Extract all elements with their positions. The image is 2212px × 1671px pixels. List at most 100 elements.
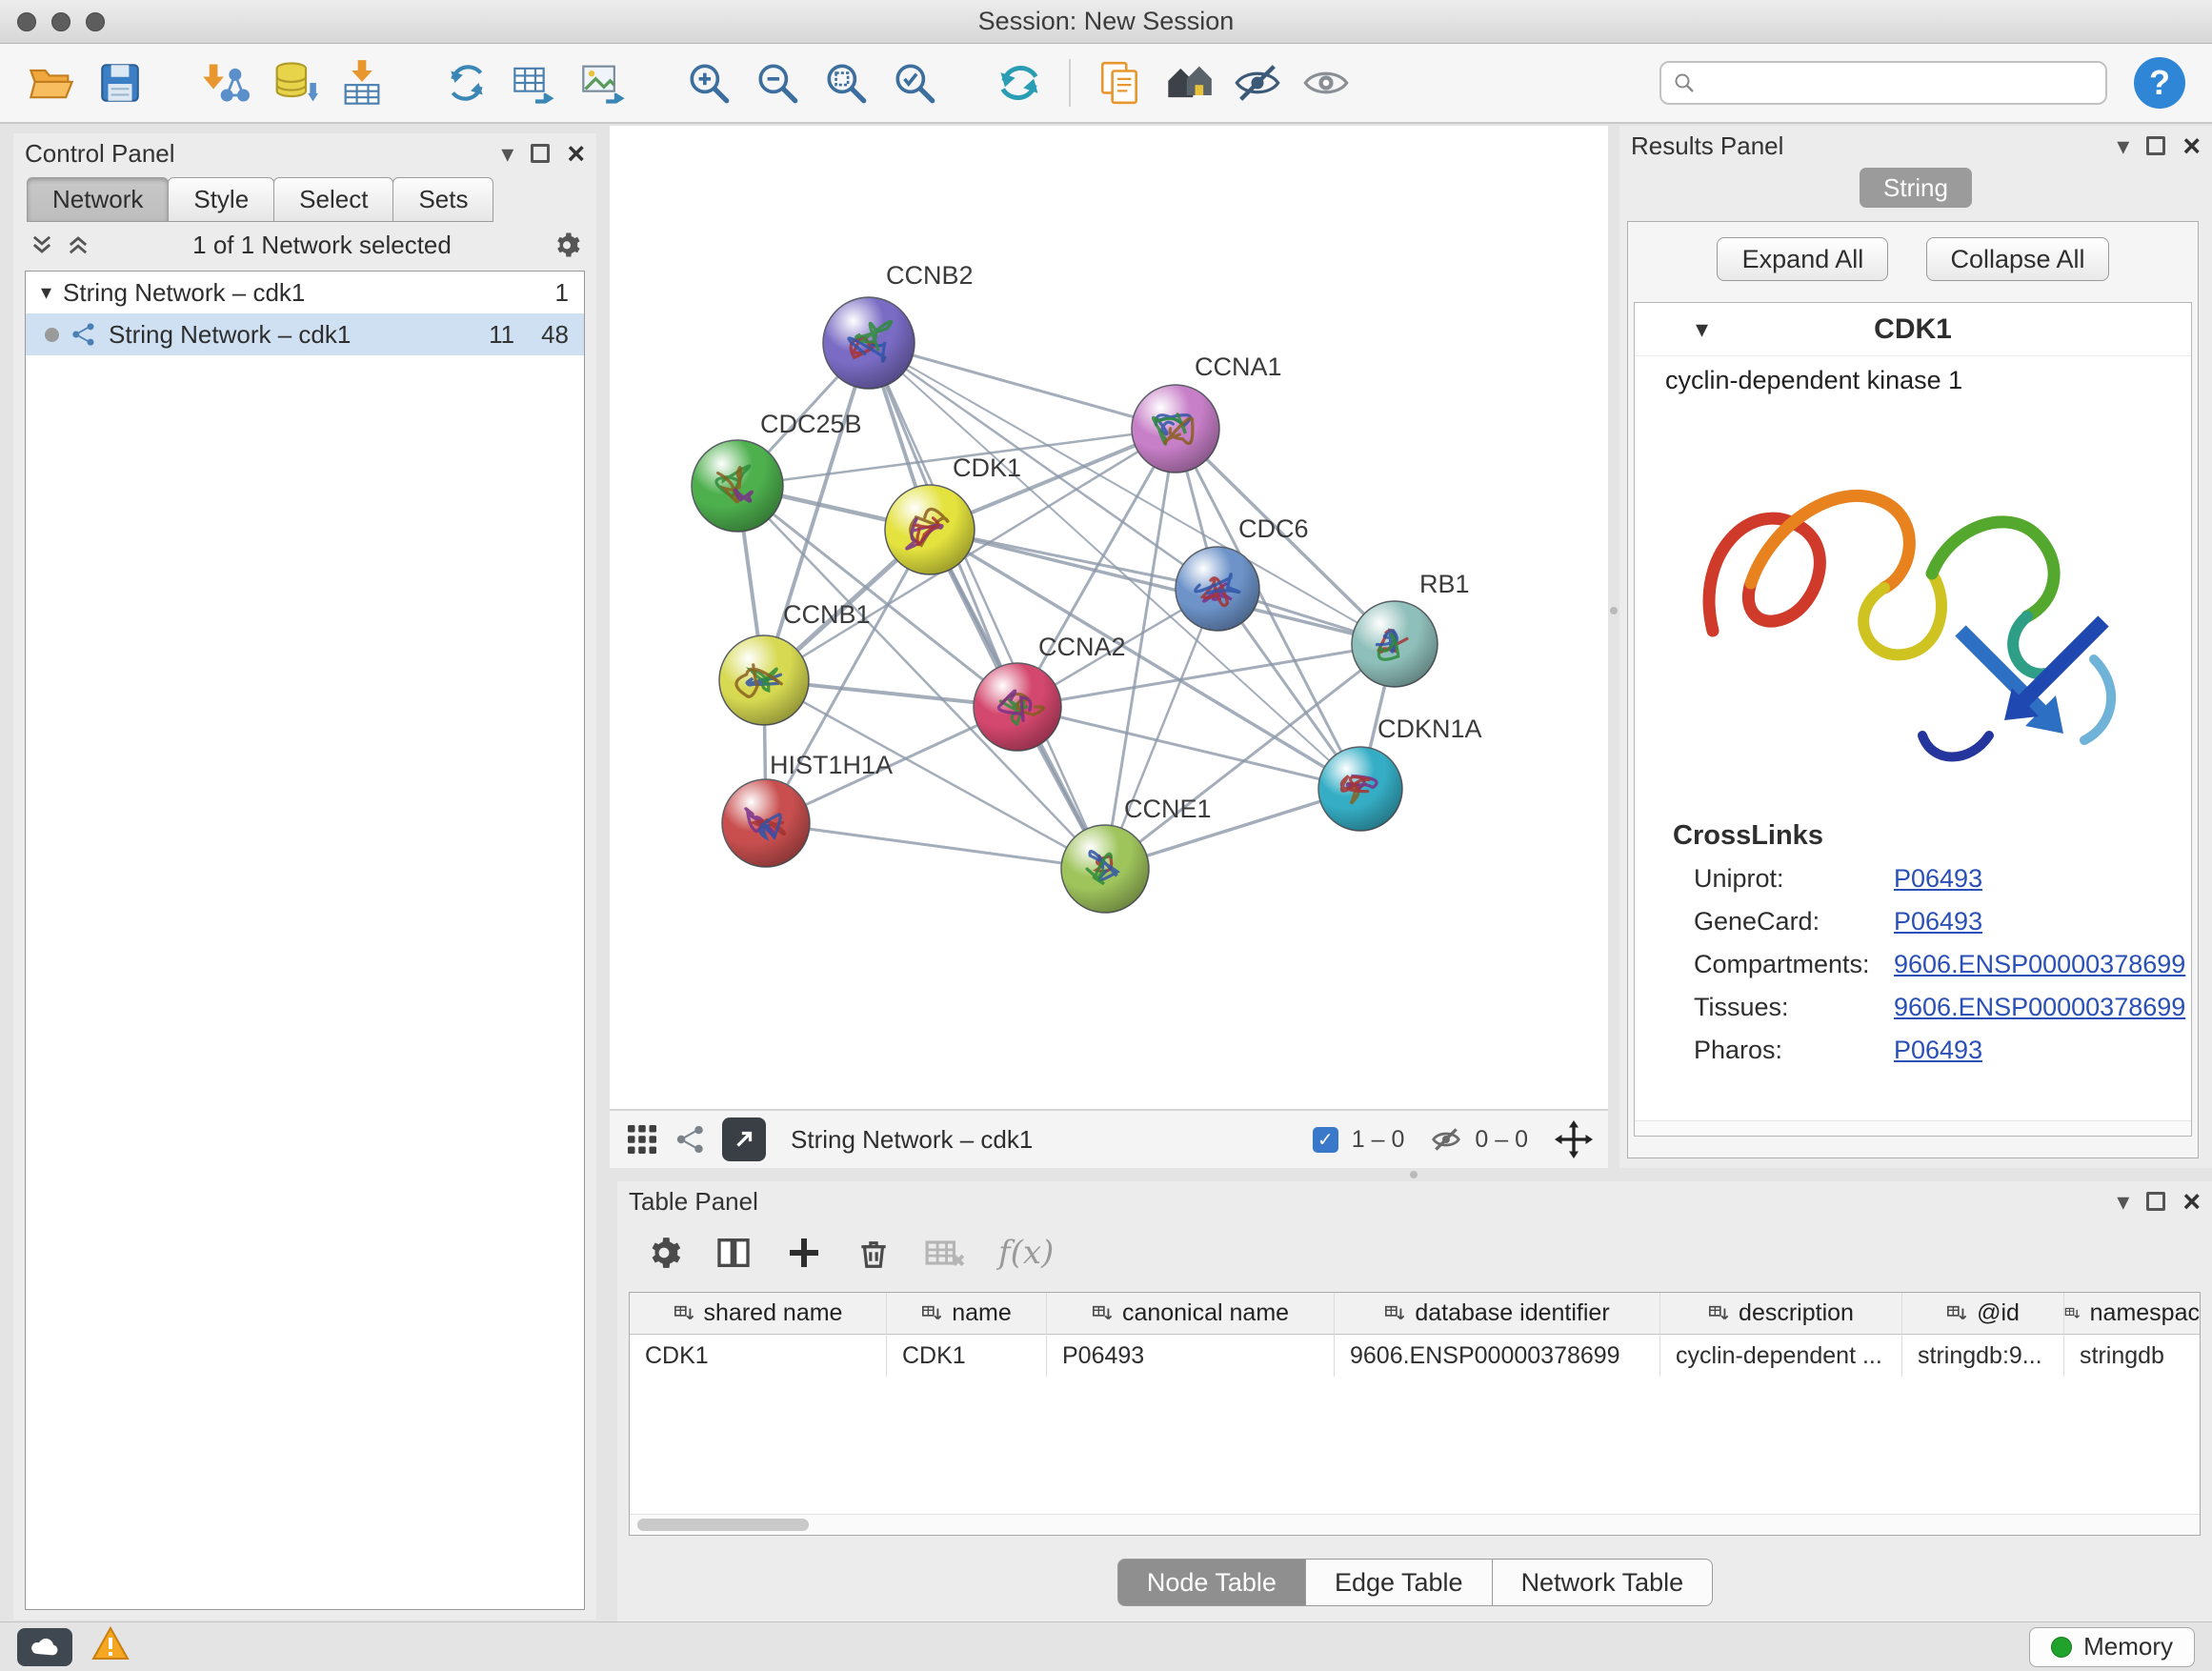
detach-view-button[interactable] (722, 1117, 766, 1161)
close-panel-icon[interactable]: × (2182, 1186, 2201, 1217)
cell-namespace[interactable]: stringdb (2064, 1335, 2200, 1377)
pan-crosshair-icon[interactable] (1555, 1120, 1593, 1158)
zoom-out-button[interactable] (747, 52, 808, 113)
import-table-from-file-button[interactable] (332, 52, 392, 113)
expand-all-button[interactable]: Expand All (1717, 237, 1888, 281)
tab-select[interactable]: Select (273, 177, 393, 222)
tab-string[interactable]: String (1860, 168, 1972, 208)
tab-network[interactable]: Network (27, 177, 169, 222)
network-edge[interactable] (930, 530, 1395, 644)
cell-id[interactable]: stringdb:9... (1902, 1335, 2064, 1377)
birdseye-navigator-button[interactable] (1158, 52, 1219, 113)
network-node-CDC6[interactable] (1176, 547, 1259, 631)
column-header-name[interactable]: name (887, 1293, 1047, 1335)
export-image-button[interactable] (573, 52, 634, 113)
network-edge[interactable] (766, 823, 1105, 869)
tab-sets[interactable]: Sets (392, 177, 493, 222)
panel-menu-icon[interactable]: ▾ (501, 141, 513, 166)
collection-caret-icon[interactable]: ▾ (41, 280, 51, 305)
zoom-fit-button[interactable] (815, 52, 876, 113)
new-network-button[interactable] (436, 52, 497, 113)
cell-shared-name[interactable]: CDK1 (630, 1335, 887, 1377)
close-panel-icon[interactable]: × (2182, 131, 2201, 161)
apply-layout-button[interactable] (989, 52, 1050, 113)
cell-database-identifier[interactable]: 9606.ENSP00000378699 (1335, 1335, 1660, 1377)
add-column-icon[interactable] (785, 1234, 823, 1272)
splitter-handle[interactable] (1410, 1171, 1418, 1178)
cell-canonical-name[interactable]: P06493 (1047, 1335, 1335, 1377)
window-close-button[interactable] (17, 12, 36, 31)
column-header-canonical-name[interactable]: canonical name (1047, 1293, 1335, 1335)
network-node-CDKN1A[interactable] (1318, 747, 1402, 831)
window-zoom-button[interactable] (86, 12, 105, 31)
table-settings-gear-icon[interactable] (646, 1235, 682, 1271)
network-node-HIST1H1A[interactable] (722, 779, 810, 867)
network-canvas[interactable]: CCNB2CCNA1CDC25BCDK1CDC6RB1CCNB1CCNA2CDK… (610, 126, 1608, 1109)
horizontal-splitter[interactable] (610, 1168, 2212, 1181)
documents-button[interactable] (1090, 52, 1151, 113)
table-horizontal-scrollbar[interactable] (630, 1514, 2200, 1535)
show-graphics-details-button[interactable] (1296, 52, 1357, 113)
toolbar-search[interactable] (1659, 61, 2107, 105)
cell-name[interactable]: CDK1 (887, 1335, 1047, 1377)
tab-style[interactable]: Style (168, 177, 274, 222)
gear-icon[interactable] (553, 231, 581, 259)
collapse-all-button[interactable]: Collapse All (1926, 237, 2108, 281)
tab-node-table[interactable]: Node Table (1117, 1559, 1306, 1606)
crosslink-link[interactable]: P06493 (1894, 907, 1982, 936)
window-minimize-button[interactable] (51, 12, 70, 31)
network-node-CCNB1[interactable] (719, 635, 809, 725)
crosslink-link[interactable]: P06493 (1894, 1036, 1982, 1065)
vertical-splitter[interactable] (1608, 126, 1619, 1168)
show-columns-icon[interactable] (714, 1234, 753, 1272)
share-view-icon[interactable] (674, 1123, 707, 1156)
search-input[interactable] (1705, 70, 2094, 97)
save-session-button[interactable] (90, 52, 151, 113)
node-section-header[interactable]: ▾ CDK1 (1635, 303, 2191, 356)
collapse-all-icon[interactable] (29, 232, 55, 258)
expand-all-icon[interactable] (65, 232, 91, 258)
panel-menu-icon[interactable]: ▾ (2117, 133, 2129, 158)
network-node-CCNA2[interactable] (974, 663, 1061, 751)
memory-button[interactable]: Memory (2029, 1627, 2195, 1667)
hide-graphics-details-button[interactable] (1227, 52, 1288, 113)
crosslink-link[interactable]: 9606.ENSP00000378699 (1894, 993, 2185, 1022)
import-network-from-database-button[interactable] (263, 52, 324, 113)
cloud-button[interactable] (17, 1628, 72, 1666)
close-panel-icon[interactable]: × (567, 138, 585, 169)
network-edge[interactable] (869, 343, 1105, 869)
panel-menu-icon[interactable]: ▾ (2117, 1189, 2129, 1214)
network-node-CCNE1[interactable] (1061, 825, 1149, 913)
help-button[interactable]: ? (2134, 57, 2185, 109)
float-panel-icon[interactable] (2146, 1192, 2165, 1211)
tab-edge-table[interactable]: Edge Table (1305, 1559, 1493, 1606)
column-header-shared-name[interactable]: shared name (630, 1293, 887, 1335)
network-node-RB1[interactable] (1352, 601, 1438, 687)
network-collection-row[interactable]: ▾ String Network – cdk1 1 (26, 272, 584, 313)
warning-button[interactable] (91, 1626, 130, 1667)
zoom-selected-button[interactable] (884, 52, 945, 113)
column-header-database-identifier[interactable]: database identifier (1335, 1293, 1660, 1335)
selected-checkbox[interactable]: ✓ (1313, 1127, 1338, 1153)
crosslink-link[interactable]: P06493 (1894, 864, 1982, 894)
export-table-button[interactable] (505, 52, 566, 113)
scrollbar-thumb[interactable] (637, 1519, 809, 1531)
splitter-handle[interactable] (1610, 607, 1618, 614)
tab-network-table[interactable]: Network Table (1492, 1559, 1714, 1606)
open-session-button[interactable] (21, 52, 82, 113)
network-node-CDK1[interactable] (885, 485, 975, 574)
network-node-CDC25B[interactable] (692, 440, 783, 532)
column-header-id[interactable]: @id (1902, 1293, 2064, 1335)
delete-column-icon[interactable] (855, 1235, 892, 1271)
column-header-description[interactable]: description (1660, 1293, 1902, 1335)
cell-description[interactable]: cyclin-dependent ... (1660, 1335, 1902, 1377)
import-network-from-file-button[interactable] (194, 52, 255, 113)
network-row-selected[interactable]: String Network – cdk1 11 48 (26, 313, 584, 355)
grid-view-icon[interactable] (625, 1122, 659, 1157)
zoom-in-button[interactable] (678, 52, 739, 113)
float-panel-icon[interactable] (2146, 136, 2165, 155)
column-header-namespace[interactable]: namespac (2064, 1293, 2200, 1335)
float-panel-icon[interactable] (531, 144, 550, 163)
network-node-CCNB2[interactable] (823, 297, 915, 389)
section-caret-icon[interactable]: ▾ (1696, 314, 1708, 344)
